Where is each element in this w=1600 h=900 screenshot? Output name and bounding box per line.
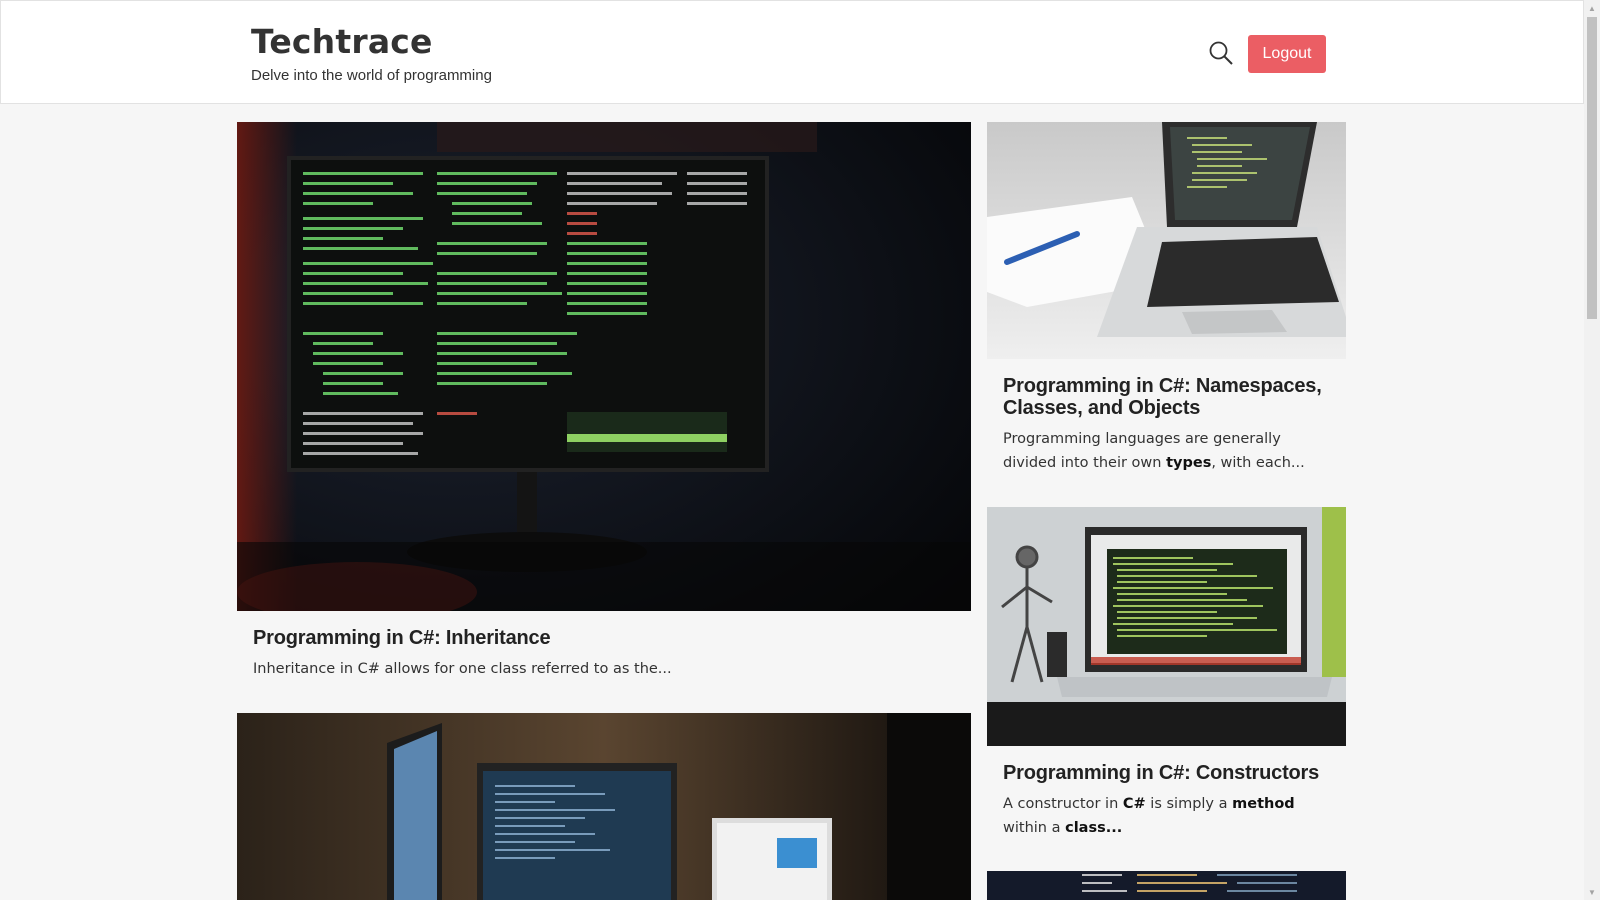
post-thumbnail[interactable] xyxy=(987,507,1346,746)
post-title[interactable]: Programming in C#: Namespaces, Classes, … xyxy=(1003,375,1330,419)
post-title[interactable]: Programming in C#: Inheritance xyxy=(253,627,955,649)
post-excerpt: A constructor in C# is simply a method w… xyxy=(1003,792,1330,840)
excerpt-bold: class... xyxy=(1065,820,1123,836)
desk-monitors-image xyxy=(237,713,971,900)
macbook-robot-image xyxy=(987,507,1346,746)
brand: Techtrace Delve into the world of progra… xyxy=(251,21,492,84)
page-scrollbar[interactable]: ▲ ▼ xyxy=(1584,0,1600,900)
post-title[interactable]: Programming in C#: Constructors xyxy=(1003,762,1330,784)
post-thumbnail[interactable] xyxy=(987,871,1346,900)
excerpt-bold: C# xyxy=(1122,796,1146,812)
scrollbar-thumb[interactable] xyxy=(1587,17,1597,319)
scroll-down-arrow-icon[interactable]: ▼ xyxy=(1584,884,1600,900)
post-card-namespaces[interactable]: Programming in C#: Namespaces, Classes, … xyxy=(987,122,1346,475)
post-excerpt: Inheritance in C# allows for one class r… xyxy=(253,661,672,677)
excerpt-text: A constructor in xyxy=(1003,796,1123,812)
logout-button[interactable]: Logout xyxy=(1248,35,1326,73)
excerpt-text: , with each... xyxy=(1211,455,1305,471)
excerpt-text: within a xyxy=(1003,820,1066,836)
search-icon xyxy=(1209,41,1233,65)
excerpt-text: is simply a xyxy=(1145,796,1233,812)
excerpt-bold: method xyxy=(1232,796,1295,812)
post-thumbnail[interactable] xyxy=(237,122,971,611)
site-tagline: Delve into the world of programming xyxy=(251,67,492,84)
post-excerpt: Programming languages are generally divi… xyxy=(1003,427,1330,475)
code-editor-image xyxy=(987,871,1346,900)
post-card-constructors[interactable]: Programming in C#: Constructors A constr… xyxy=(987,507,1346,840)
search-button[interactable] xyxy=(1206,39,1236,69)
site-header: Techtrace Delve into the world of progra… xyxy=(0,0,1584,104)
scroll-up-arrow-icon[interactable]: ▲ xyxy=(1584,0,1600,16)
post-card-inheritance[interactable]: Programming in C#: Inheritance Inheritan… xyxy=(237,122,971,681)
laptop-notebook-image xyxy=(987,122,1346,359)
post-card-code[interactable] xyxy=(987,871,1346,900)
post-thumbnail[interactable] xyxy=(987,122,1346,359)
monitor-code-image xyxy=(237,122,971,611)
site-title[interactable]: Techtrace xyxy=(251,21,492,63)
post-card-desk[interactable] xyxy=(237,713,971,900)
excerpt-bold: types xyxy=(1166,455,1212,471)
post-thumbnail[interactable] xyxy=(237,713,971,900)
